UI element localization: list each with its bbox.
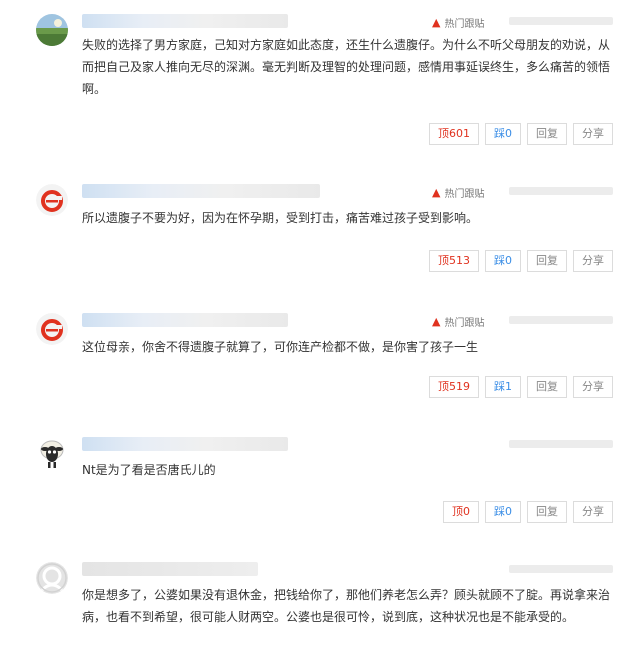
comment-actions: 顶519 踩1 回复 分享: [429, 376, 613, 398]
hot-post-label: 热门跟贴: [444, 19, 485, 30]
username-blurred[interactable]: [82, 14, 288, 28]
username-blurred[interactable]: [82, 184, 320, 198]
upvote-button[interactable]: 顶601: [429, 123, 479, 145]
hot-post-tag: ▲ 热门跟贴: [432, 185, 484, 200]
hot-post-tag: ▲ 热门跟贴: [432, 15, 484, 30]
username-blurred[interactable]: [82, 313, 288, 327]
hot-post-tag: ▲ 热门跟贴: [432, 314, 484, 329]
downvote-button[interactable]: 踩0: [485, 250, 521, 272]
share-button[interactable]: 分享: [573, 250, 613, 272]
flame-icon: ▲: [432, 16, 441, 29]
upvote-button[interactable]: 顶513: [429, 250, 479, 272]
comment-actions: 顶0 踩0 回复 分享: [443, 501, 613, 523]
comment-text: 失败的选择了男方家庭，己知对方家庭如此态度，还生什么遗腹仔。为什么不听父母朋友的…: [82, 38, 611, 96]
username-blurred[interactable]: [82, 437, 288, 451]
post-time-blurred: [509, 17, 613, 25]
comment-text: Nt是为了看是否唐氏儿的: [82, 463, 216, 477]
reply-button[interactable]: 回复: [527, 123, 567, 145]
post-time-blurred: [509, 187, 613, 195]
comment-actions: 顶513 踩0 回复 分享: [429, 250, 613, 272]
comment-actions: 顶601 踩0 回复 分享: [429, 123, 613, 145]
downvote-button[interactable]: 踩1: [485, 376, 521, 398]
downvote-button[interactable]: 踩0: [485, 501, 521, 523]
upvote-button[interactable]: 顶0: [443, 501, 479, 523]
downvote-button[interactable]: 踩0: [485, 123, 521, 145]
user-avatar[interactable]: [36, 313, 68, 345]
user-avatar[interactable]: [36, 14, 68, 46]
reply-button[interactable]: 回复: [527, 250, 567, 272]
flame-icon: ▲: [432, 315, 441, 328]
user-avatar[interactable]: [36, 184, 68, 216]
post-time-blurred: [509, 440, 613, 448]
reply-button[interactable]: 回复: [527, 376, 567, 398]
reply-button[interactable]: 回复: [527, 501, 567, 523]
comment-text: 所以遗腹子不要为好，因为在怀孕期，受到打击，痛苦难过孩子受到影响。: [82, 211, 479, 225]
share-button[interactable]: 分享: [573, 123, 613, 145]
flame-icon: ▲: [432, 186, 441, 199]
share-button[interactable]: 分享: [573, 501, 613, 523]
user-avatar[interactable]: [36, 562, 68, 594]
comment-text: 你是想多了，公婆如果没有退休金，把钱给你了，那他们养老怎么弄？顾头就顾不了腚。再…: [82, 588, 611, 624]
post-time-blurred: [509, 565, 613, 573]
share-button[interactable]: 分享: [573, 376, 613, 398]
username-blurred[interactable]: [82, 562, 258, 576]
hot-post-label: 热门跟贴: [444, 318, 485, 329]
user-avatar[interactable]: [36, 437, 68, 469]
post-time-blurred: [509, 316, 613, 324]
hot-post-label: 热门跟贴: [444, 189, 485, 200]
comment-text: 这位母亲，你舍不得遗腹子就算了，可你连产检都不做，是你害了孩子一生: [82, 340, 479, 354]
upvote-button[interactable]: 顶519: [429, 376, 479, 398]
